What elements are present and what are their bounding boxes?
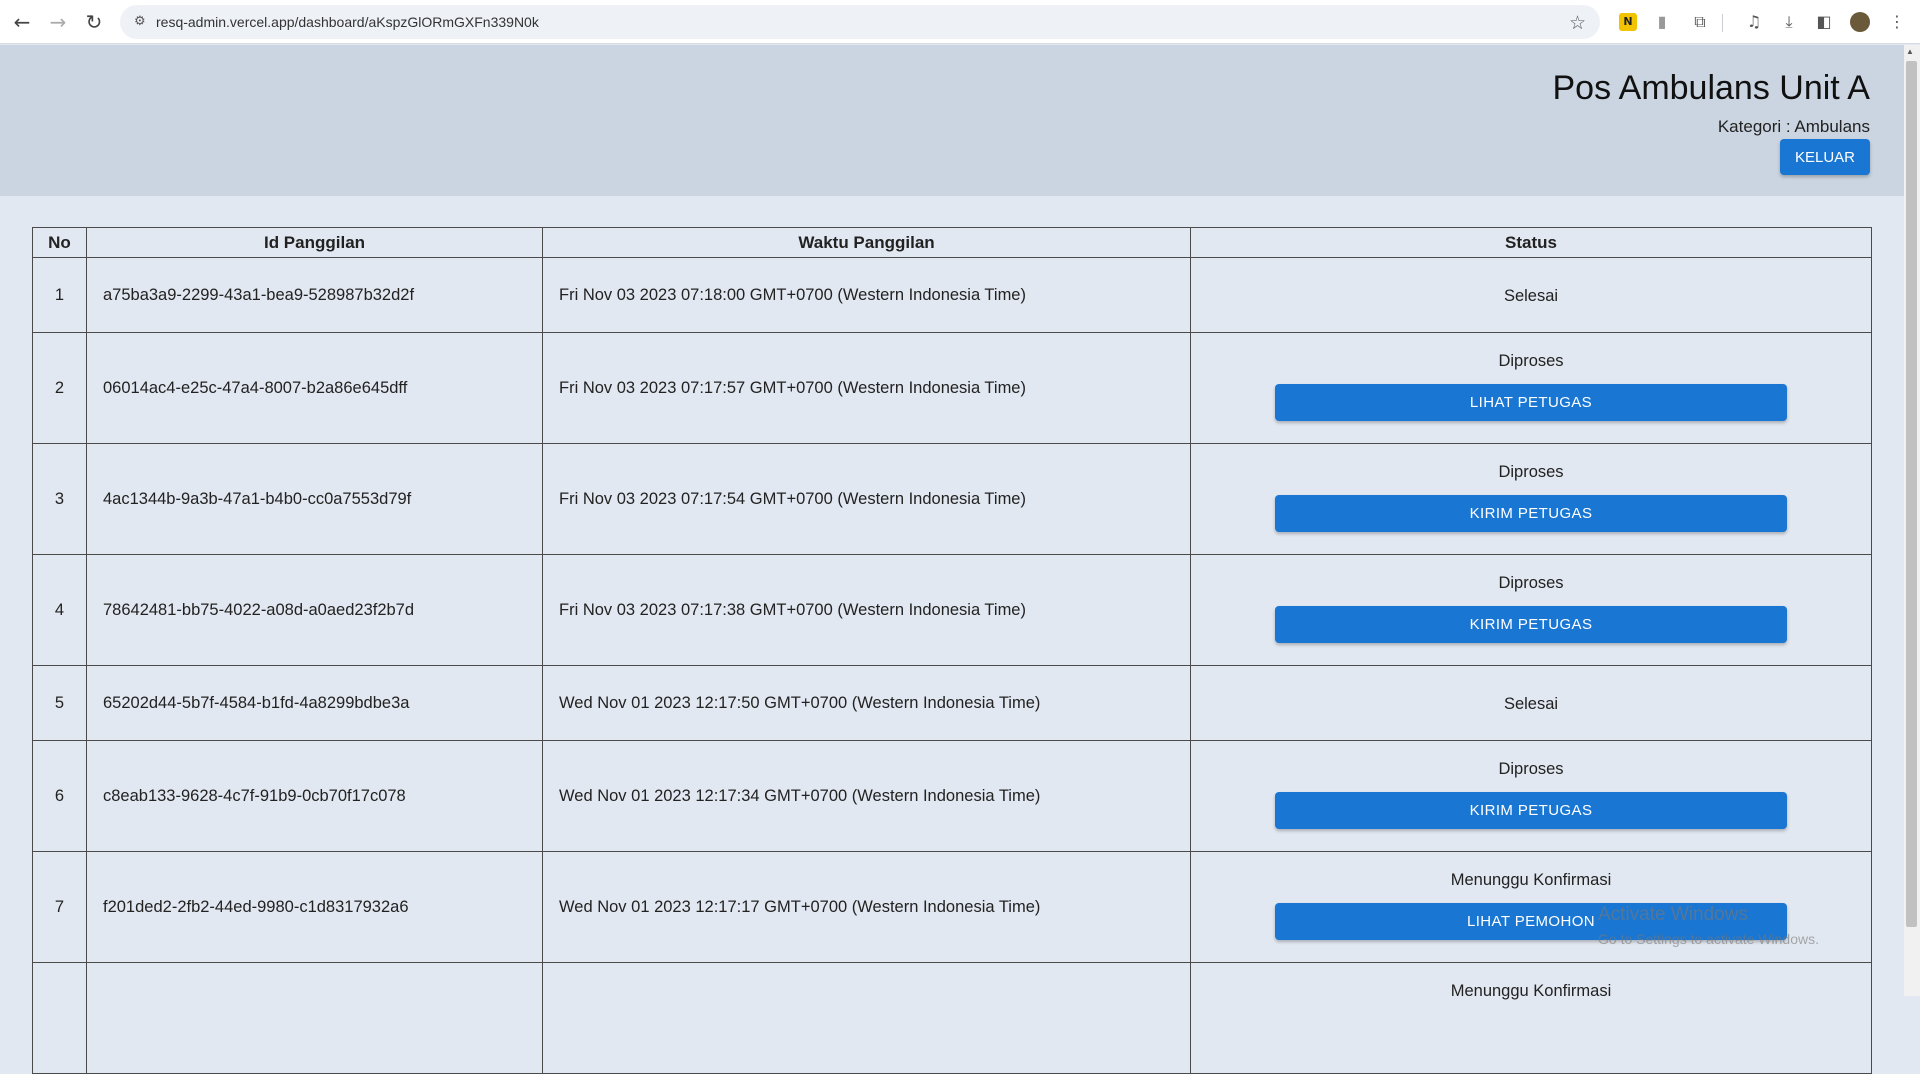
extensions-icon[interactable]: ⧉ [1689, 11, 1711, 33]
row-call-time [542, 962, 1191, 1074]
reload-icon[interactable]: ↻ [81, 9, 107, 35]
row-call-time: Wed Nov 01 2023 12:17:17 GMT+0700 (Weste… [542, 851, 1191, 963]
page-header: Pos Ambulans Unit A Kategori : Ambulans … [0, 45, 1904, 196]
profile-avatar-icon[interactable] [1850, 12, 1870, 32]
row-no: 5 [32, 665, 87, 741]
scroll-up-arrow-icon[interactable]: ▲ [1906, 47, 1914, 56]
row-call-id: c8eab133-9628-4c7f-91b9-0cb70f17c078 [86, 740, 543, 852]
row-call-id: 06014ac4-e25c-47a4-8007-b2a86e645dff [86, 332, 543, 444]
table-row: 2 06014ac4-e25c-47a4-8007-b2a86e645dff F… [32, 332, 1872, 444]
send-officer-button[interactable]: KIRIM PETUGAS [1275, 495, 1787, 532]
table-header-row: No Id Panggilan Waktu Panggilan Status [32, 227, 1872, 258]
row-status: Diproses [1498, 760, 1564, 778]
table-row: 7 f201ded2-2fb2-44ed-9980-c1d8317932a6 W… [32, 851, 1872, 963]
row-status: Selesai [1503, 287, 1559, 305]
row-status: Diproses [1498, 352, 1564, 370]
toolbar-divider [1722, 14, 1723, 32]
row-status-cell: Diproses KIRIM PETUGAS [1190, 554, 1872, 666]
table-row: 5 65202d44-5b7f-4584-b1fd-4a8299bdbe3a W… [32, 665, 1872, 741]
category-label: Kategori : Ambulans [1717, 117, 1870, 136]
row-no: 7 [32, 851, 87, 963]
column-header-status: Status [1190, 227, 1872, 258]
send-officer-button[interactable]: KIRIM PETUGAS [1275, 792, 1787, 829]
site-settings-icon[interactable]: ⚙ [134, 14, 150, 30]
media-control-icon[interactable]: ♫ [1743, 11, 1765, 33]
column-header-id: Id Panggilan [86, 227, 543, 258]
activate-windows-hint: Go to Settings to activate Windows. [1598, 931, 1819, 947]
activate-windows-watermark: Activate Windows [1598, 904, 1748, 925]
calls-table-container: No Id Panggilan Waktu Panggilan Status 1… [32, 227, 1872, 1074]
row-status: Diproses [1498, 574, 1564, 592]
back-icon[interactable]: ← [9, 9, 35, 35]
view-officer-button[interactable]: LIHAT PETUGAS [1275, 384, 1787, 421]
row-status: Diproses [1498, 463, 1564, 481]
row-call-id: 65202d44-5b7f-4584-b1fd-4a8299bdbe3a [86, 665, 543, 741]
row-status: Menunggu Konfirmasi [1450, 982, 1612, 1000]
norton-extension-icon[interactable]: N [1619, 13, 1637, 31]
row-no: 3 [32, 443, 87, 555]
row-call-time: Wed Nov 01 2023 12:17:50 GMT+0700 (Weste… [542, 665, 1191, 741]
side-panel-icon[interactable]: ◧ [1813, 11, 1835, 33]
row-status-cell: Menunggu Konfirmasi [1190, 962, 1872, 1074]
row-no: 4 [32, 554, 87, 666]
row-call-id: 78642481-bb75-4022-a08d-a0aed23f2b7d [86, 554, 543, 666]
row-status-cell: Selesai [1190, 257, 1872, 333]
table-row: 4 78642481-bb75-4022-a08d-a0aed23f2b7d F… [32, 554, 1872, 666]
row-call-time: Fri Nov 03 2023 07:17:54 GMT+0700 (Weste… [542, 443, 1191, 555]
row-status-cell: Diproses LIHAT PETUGAS [1190, 332, 1872, 444]
row-no: 2 [32, 332, 87, 444]
logout-button[interactable]: KELUAR [1780, 139, 1870, 175]
row-call-time: Wed Nov 01 2023 12:17:34 GMT+0700 (Weste… [542, 740, 1191, 852]
calls-table: No Id Panggilan Waktu Panggilan Status 1… [32, 227, 1872, 1074]
column-header-no: No [32, 227, 87, 258]
signal-extension-icon[interactable]: ▮ [1651, 11, 1673, 33]
row-call-id [86, 962, 543, 1074]
row-call-time: Fri Nov 03 2023 07:17:57 GMT+0700 (Weste… [542, 332, 1191, 444]
row-no: 6 [32, 740, 87, 852]
row-call-time: Fri Nov 03 2023 07:17:38 GMT+0700 (Weste… [542, 554, 1191, 666]
row-call-id: a75ba3a9-2299-43a1-bea9-528987b32d2f [86, 257, 543, 333]
row-no [32, 962, 87, 1074]
send-officer-button[interactable]: KIRIM PETUGAS [1275, 606, 1787, 643]
table-row: 1 a75ba3a9-2299-43a1-bea9-528987b32d2f F… [32, 257, 1872, 333]
row-call-id: 4ac1344b-9a3b-47a1-b4b0-cc0a7553d79f [86, 443, 543, 555]
table-row: Menunggu Konfirmasi [32, 962, 1872, 1074]
browser-toolbar: ← → ↻ ⚙ resq-admin.vercel.app/dashboard/… [0, 0, 1920, 44]
table-row: 3 4ac1344b-9a3b-47a1-b4b0-cc0a7553d79f F… [32, 443, 1872, 555]
row-status: Menunggu Konfirmasi [1450, 871, 1612, 889]
row-no: 1 [32, 257, 87, 333]
menu-icon[interactable]: ⋮ [1886, 11, 1908, 33]
column-header-time: Waktu Panggilan [542, 227, 1191, 258]
row-status-cell: Selesai [1190, 665, 1872, 741]
downloads-icon[interactable]: ⤓ [1778, 11, 1800, 33]
row-status-cell: Diproses KIRIM PETUGAS [1190, 443, 1872, 555]
address-bar[interactable]: ⚙ resq-admin.vercel.app/dashboard/aKspzG… [120, 5, 1600, 39]
url-text[interactable]: resq-admin.vercel.app/dashboard/aKspzGlO… [156, 5, 539, 39]
bookmark-star-icon[interactable]: ☆ [1569, 12, 1586, 34]
table-row: 6 c8eab133-9628-4c7f-91b9-0cb70f17c078 W… [32, 740, 1872, 852]
row-status-cell: Diproses KIRIM PETUGAS [1190, 740, 1872, 852]
row-call-id: f201ded2-2fb2-44ed-9980-c1d8317932a6 [86, 851, 543, 963]
row-status: Selesai [1503, 695, 1559, 713]
row-call-time: Fri Nov 03 2023 07:18:00 GMT+0700 (Weste… [542, 257, 1191, 333]
forward-icon[interactable]: → [45, 9, 71, 35]
page-title: Pos Ambulans Unit A [1552, 69, 1870, 107]
page-scrollbar-thumb[interactable] [1906, 61, 1917, 927]
